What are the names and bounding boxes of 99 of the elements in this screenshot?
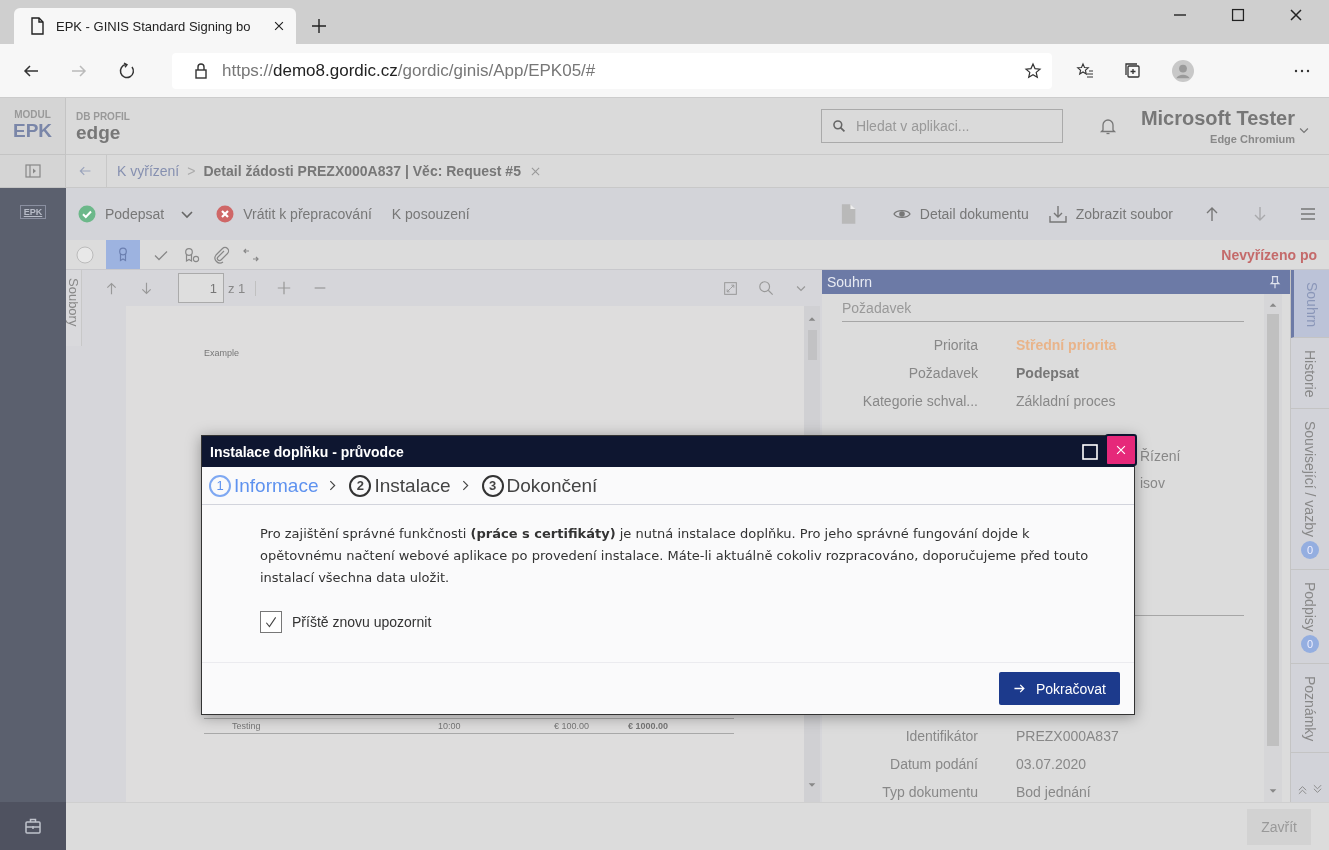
- pin-icon[interactable]: [1268, 275, 1282, 289]
- field-label: Identifikátor: [904, 728, 978, 744]
- search-icon[interactable]: [758, 280, 774, 296]
- step-number: 1: [209, 474, 231, 497]
- field-value: isov: [1140, 475, 1165, 491]
- table-cell-text: € 100.00: [554, 721, 591, 731]
- show-file-button[interactable]: Zobrazit soubor: [1048, 205, 1173, 223]
- breadcrumb-current: Detail žádosti PREZX000A837 | Věc: Request #5: [203, 163, 521, 179]
- close-button[interactable]: [1105, 434, 1137, 466]
- field-label: Datum podání: [889, 756, 978, 772]
- page-number-field[interactable]: 1: [178, 273, 224, 303]
- down-arrow-icon[interactable]: [139, 280, 154, 296]
- count-badge: 0: [1301, 540, 1319, 559]
- continue-button[interactable]: Pokračovat: [998, 672, 1120, 705]
- field-value: PREZX000A837: [1016, 728, 1119, 744]
- search-field[interactable]: Hledat v aplikaci...: [820, 109, 1063, 143]
- side-tab[interactable]: Podpisy 0: [1291, 569, 1329, 665]
- up-arrow-icon[interactable]: [104, 280, 119, 296]
- dialog-message: Pro zajištění správné funkčnosti (práce s certifikáty) je nutná instalace doplňku. Pro jeho správné fungování dojde k opětovnému načtení webové aplikace po provedení instalace. Máte-li aktuálně cokoliv rozpracováno, doporučujeme před touto instalací všechna data uložit.: [260, 525, 1090, 587]
- profile-label: DB PROFIL: [76, 110, 131, 122]
- field-value: Základní proces: [1016, 393, 1116, 409]
- favorite-star-icon[interactable]: [1024, 61, 1042, 80]
- lock-icon: [192, 61, 210, 80]
- check-circle-icon: [78, 205, 96, 223]
- side-tab[interactable]: Související / vazby 0: [1291, 408, 1329, 570]
- x-circle-icon: [216, 205, 235, 223]
- download-icon: [1048, 205, 1067, 223]
- checkbox-label: Příště znovu upozornit: [292, 614, 432, 630]
- table-cell: € 1000.00: [628, 721, 669, 731]
- table-cell-text: 10:00: [438, 721, 462, 731]
- page-icon: [28, 17, 46, 35]
- section-title: Požadavek: [842, 300, 1244, 322]
- zoom-in-icon[interactable]: [276, 280, 293, 296]
- browser-tab[interactable]: EPK - GINIS Standard Signing bo: [14, 8, 296, 44]
- collections-icon[interactable]: [1124, 61, 1142, 80]
- close-icon: [1114, 443, 1128, 457]
- breadcrumb-link[interactable]: K vyřízení: [106, 154, 180, 188]
- user-name[interactable]: Microsoft Tester: [1140, 107, 1295, 130]
- profile-name: edge: [76, 121, 122, 144]
- fit-page-icon[interactable]: [723, 280, 738, 296]
- side-tab[interactable]: Historie: [1291, 338, 1329, 409]
- breadcrumb-separator: >: [187, 163, 196, 179]
- field-label: Priorita: [932, 337, 978, 353]
- reload-icon[interactable]: [118, 61, 136, 80]
- return-button[interactable]: Vrátit k přepracování: [216, 205, 372, 223]
- files-tab[interactable]: Soubory: [66, 270, 82, 346]
- side-tab[interactable]: Poznámky: [1291, 664, 1329, 753]
- document-detail-button[interactable]: Detail dokumentu: [892, 205, 1029, 223]
- address-field[interactable]: https://demo8.gordic.cz/gordic/ginis/App/EPK05/#: [172, 52, 1052, 89]
- checkbox[interactable]: [260, 611, 282, 633]
- sign-button[interactable]: Podepsat: [78, 205, 165, 223]
- scroll-down-icon[interactable]: [1311, 783, 1324, 796]
- menu-icon[interactable]: [1299, 205, 1317, 223]
- panel-title: Souhrn: [827, 274, 873, 290]
- field-label: Požadavek: [907, 365, 978, 381]
- page-total: z 1: [228, 280, 257, 296]
- step-number: 3: [481, 474, 504, 497]
- step-label: Instalace: [374, 474, 451, 497]
- check-icon: [264, 615, 278, 629]
- close-icon[interactable]: [272, 19, 286, 33]
- step-label: Informace: [234, 474, 319, 497]
- close-button[interactable]: Zavřít: [1247, 808, 1311, 845]
- user-subtitle: Edge Chromium: [1209, 132, 1295, 145]
- review-button[interactable]: K posouzení: [391, 206, 470, 222]
- field-label: Kategorie schval...: [861, 393, 978, 409]
- tab-title: EPK - GINIS Standard Signing bo: [56, 18, 252, 34]
- field-value: Bod jednání: [1016, 784, 1091, 800]
- paperclip-icon[interactable]: [212, 245, 230, 264]
- bell-icon[interactable]: [1098, 117, 1117, 135]
- new-tab-icon[interactable]: [310, 17, 328, 35]
- field-value: Podepsat: [1016, 365, 1079, 381]
- scrollbar-thumb[interactable]: [1267, 314, 1279, 746]
- arrow-right-icon: [1012, 682, 1026, 695]
- module-name: EPK: [11, 120, 54, 142]
- module-label: MODUL: [13, 109, 52, 120]
- field-value: Střední priorita: [1016, 337, 1117, 353]
- panel-toggle-icon[interactable]: [23, 162, 42, 180]
- profile-avatar-icon[interactable]: [1172, 59, 1194, 82]
- count-badge: 0: [1301, 635, 1319, 654]
- ribbon-icon[interactable]: [182, 245, 200, 264]
- briefcase-icon[interactable]: [24, 817, 42, 835]
- field-label: Typ dokumentu: [881, 784, 978, 800]
- dialog-title: Instalace doplňku - průvodce: [210, 443, 405, 460]
- status-text: Nevyřízeno po: [1221, 246, 1317, 263]
- table-cell-text: Testing: [232, 721, 262, 731]
- circle-icon[interactable]: [76, 245, 94, 264]
- step-label: Dokončení: [506, 474, 598, 497]
- search-icon: [831, 119, 846, 133]
- favorites-icon[interactable]: [1076, 61, 1094, 80]
- field-value: 03.07.2020: [1016, 756, 1087, 772]
- ribbon-icon[interactable]: [106, 240, 140, 269]
- document-caption: Example: [204, 348, 240, 358]
- scroll-up-icon[interactable]: [1296, 783, 1309, 796]
- step-number: 2: [349, 474, 372, 497]
- module-logo[interactable]: EPK: [19, 205, 47, 219]
- field-value: Řízení: [1140, 448, 1181, 464]
- url-text: https://demo8.gordic.cz/gordic/ginis/App/EPK05/#: [222, 60, 597, 81]
- maximize-icon[interactable]: [1231, 8, 1245, 22]
- scrollbar[interactable]: [1264, 294, 1282, 802]
